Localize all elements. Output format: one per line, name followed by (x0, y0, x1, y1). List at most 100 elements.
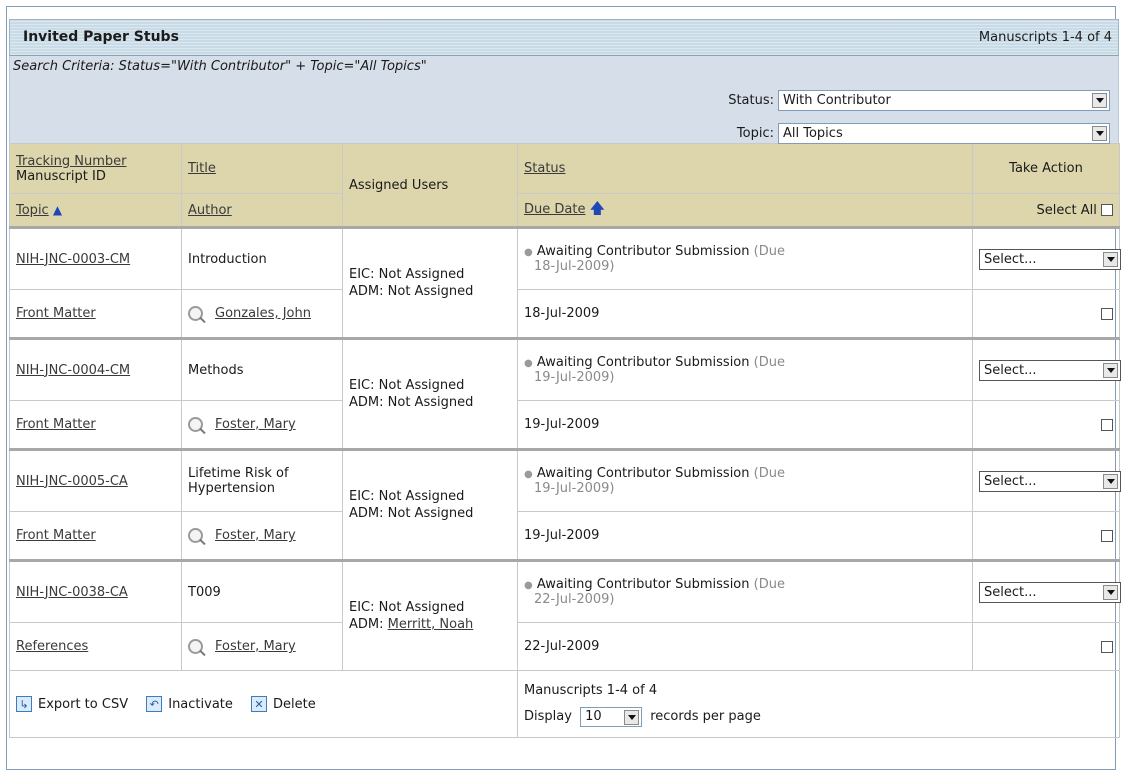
take-action-label: Take Action (1009, 161, 1083, 176)
adm-prefix: ADM: (349, 506, 384, 521)
sort-tracking-number-link[interactable]: Tracking Number (16, 154, 126, 169)
action-cell: Select... (972, 559, 1121, 623)
col-header-author: Author (181, 193, 343, 228)
magnifier-icon[interactable] (188, 528, 203, 543)
author-link[interactable]: Foster, Mary (215, 528, 296, 543)
topic-link[interactable]: Front Matter (16, 417, 96, 432)
chevron-down-icon[interactable] (1103, 362, 1118, 378)
manuscript-title: Methods (181, 337, 343, 401)
sort-author-link[interactable]: Author (188, 203, 232, 218)
up-arrow-icon[interactable]: ▲ (53, 203, 62, 217)
export-csv-button[interactable]: ↳ Export to CSV (16, 696, 128, 712)
magnifier-icon[interactable] (188, 639, 203, 654)
status-cell: ● Awaiting Contributor Submission (Due 1… (517, 337, 973, 401)
status-filter-label: Status: (728, 93, 774, 108)
bullet-icon: ● (524, 247, 533, 258)
chevron-down-icon[interactable] (1092, 93, 1107, 108)
col-header-select-all: Select All (972, 193, 1120, 228)
due-prefix: (Due (753, 355, 785, 370)
take-action-select[interactable]: Select... (979, 248, 1121, 270)
display-label: Display (524, 709, 572, 724)
due-prefix: (Due (753, 244, 785, 259)
take-action-select[interactable]: Select... (979, 470, 1121, 492)
topic-filter-select[interactable]: All Topics (778, 123, 1110, 144)
table-row: Front Matter Foster, Mary 19-Jul-2009 (9, 511, 1120, 561)
adm-user-link[interactable]: Merritt, Noah (388, 617, 474, 632)
due-suffix: 19-Jul-2009) (534, 481, 615, 496)
delete-button[interactable]: ✕ Delete (251, 696, 316, 712)
topic-link[interactable]: Front Matter (16, 528, 96, 543)
take-action-select[interactable]: Select... (979, 581, 1121, 603)
col-header-assigned-users: Assigned Users (342, 143, 518, 228)
panel-title: Invited Paper Stubs (23, 29, 179, 45)
adm-prefix: ADM: (349, 395, 384, 410)
status-text: Awaiting Contributor Submission (536, 577, 750, 592)
table-row: Front Matter Foster, Mary 19-Jul-2009 (9, 400, 1120, 450)
eic-assignment: EIC: Not Assigned (349, 267, 465, 282)
due-prefix: (Due (753, 577, 785, 592)
sort-topic-link[interactable]: Topic (16, 203, 49, 218)
row-checkbox[interactable] (1101, 418, 1113, 431)
chevron-down-icon[interactable] (1103, 584, 1118, 600)
delete-label: Delete (273, 696, 316, 712)
row-checkbox[interactable] (1101, 529, 1113, 542)
search-criteria-text: Search Criteria: Status="With Contributo… (13, 59, 427, 74)
due-suffix: 18-Jul-2009) (534, 259, 615, 274)
manuscript-id-link[interactable]: NIH-JNC-0038-CA (16, 585, 128, 600)
inactivate-button[interactable]: ↶ Inactivate (146, 696, 233, 712)
due-date: 18-Jul-2009 (517, 289, 973, 339)
invited-paper-stubs-panel: Invited Paper Stubs Manuscripts 1-4 of 4… (9, 19, 1121, 738)
status-filter-row: Status: With Contributor (728, 90, 1110, 111)
bullet-icon: ● (524, 580, 533, 591)
magnifier-icon[interactable] (188, 306, 203, 321)
row-checkbox[interactable] (1101, 640, 1113, 653)
manuscript-group: NIH-JNC-0005-CA Lifetime Risk of Hyperte… (9, 448, 1121, 561)
chevron-down-icon[interactable] (1092, 126, 1107, 141)
magnifier-icon[interactable] (188, 417, 203, 432)
manuscript-id-link[interactable]: NIH-JNC-0003-CM (16, 252, 130, 267)
adm-value: Not Assigned (387, 284, 474, 299)
search-criteria-area: Search Criteria: Status="With Contributo… (9, 56, 1119, 144)
footer-count: Manuscripts 1-4 of 4 (524, 683, 658, 698)
select-all-checkbox[interactable] (1101, 204, 1113, 216)
due-date: 22-Jul-2009 (517, 622, 973, 671)
chevron-down-icon[interactable] (1103, 251, 1118, 267)
manuscripts-table: Tracking Number Manuscript ID Title Assi… (9, 143, 1121, 738)
sort-status-link[interactable]: Status (524, 161, 565, 176)
assigned-users-cell: EIC: Not Assigned ADM: Merritt, Noah (342, 559, 518, 671)
sort-title-link[interactable]: Title (188, 161, 216, 176)
row-checkbox[interactable] (1101, 307, 1113, 320)
manuscript-group: NIH-JNC-0003-CM Introduction EIC: Not As… (9, 226, 1121, 339)
assigned-users-cell: EIC: Not Assigned ADM: Not Assigned (342, 226, 518, 339)
page-size-select[interactable]: 10 (580, 706, 643, 727)
take-action-value: Select... (984, 251, 1037, 267)
export-label: Export to CSV (38, 696, 129, 712)
manuscript-title: Introduction (181, 226, 343, 290)
manuscript-id-link[interactable]: NIH-JNC-0004-CM (16, 363, 130, 378)
assigned-users-cell: EIC: Not Assigned ADM: Not Assigned (342, 337, 518, 450)
chevron-down-icon[interactable] (1103, 473, 1118, 489)
table-row: References Foster, Mary 22-Jul-2009 (9, 622, 1120, 671)
col-header-tracking: Tracking Number Manuscript ID (9, 143, 182, 194)
adm-prefix: ADM: (349, 617, 384, 632)
footer-actions: ↳ Export to CSV ↶ Inactivate ✕ Delete (9, 670, 518, 738)
topic-link[interactable]: Front Matter (16, 306, 96, 321)
author-link[interactable]: Foster, Mary (215, 639, 296, 654)
manuscripts-count: Manuscripts 1-4 of 4 (978, 30, 1112, 45)
up-arrow-icon[interactable]: 🡅 (590, 199, 605, 217)
take-action-select[interactable]: Select... (979, 359, 1121, 381)
manuscript-group: NIH-JNC-0038-CA T009 EIC: Not Assigned A… (9, 559, 1121, 671)
chevron-down-icon[interactable] (624, 709, 640, 725)
inactivate-label: Inactivate (168, 696, 233, 712)
author-link[interactable]: Gonzales, John (215, 306, 311, 321)
manuscript-id-link[interactable]: NIH-JNC-0005-CA (16, 474, 128, 489)
status-filter-select[interactable]: With Contributor (778, 90, 1110, 111)
action-cell: Select... (972, 448, 1121, 512)
status-text: Awaiting Contributor Submission (536, 355, 750, 370)
export-icon: ↳ (16, 696, 32, 712)
due-suffix: 22-Jul-2009) (534, 592, 615, 607)
topic-link[interactable]: References (16, 639, 88, 654)
sort-due-date-link[interactable]: Due Date (524, 202, 585, 217)
author-link[interactable]: Foster, Mary (215, 417, 296, 432)
due-date: 19-Jul-2009 (517, 511, 973, 561)
